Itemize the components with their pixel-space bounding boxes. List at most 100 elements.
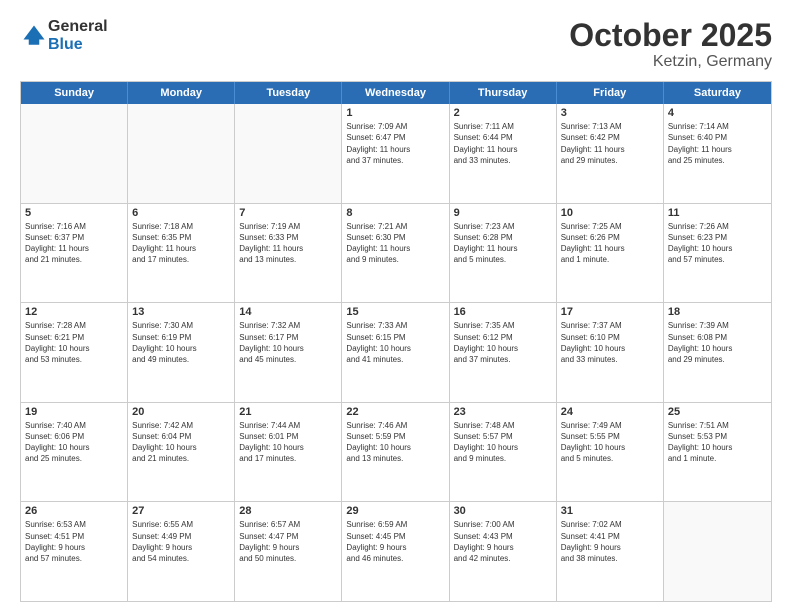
- day-number: 18: [668, 306, 767, 318]
- day-info: Sunrise: 7:48 AM Sunset: 5:57 PM Dayligh…: [454, 420, 552, 465]
- day-number: 13: [132, 306, 230, 318]
- calendar-cell: 30Sunrise: 7:00 AM Sunset: 4:43 PM Dayli…: [450, 502, 557, 601]
- day-number: 15: [346, 306, 444, 318]
- calendar-cell: 6 Sunrise: 7:18 AM Sunset: 6:35 PM Daylig…: [128, 204, 235, 303]
- title-block: October 2025 Ketzin, Germany: [569, 18, 772, 71]
- calendar-cell: 29 Sunrise: 6:59 AM Sunset: 4:45 PM Dayli…: [342, 502, 449, 601]
- day-number: 17: [561, 306, 659, 318]
- calendar-cell: 11Sunrise: 7:26 AM Sunset: 6:23 PM Dayli…: [664, 204, 771, 303]
- day-number: 19: [25, 406, 123, 418]
- day-info: Sunrise: 7:39 AM Sunset: 6:08 PM Dayligh…: [668, 320, 767, 365]
- day-info: Sunrise: 7:49 AM Sunset: 5:55 PM Dayligh…: [561, 420, 659, 465]
- day-number: 1: [346, 107, 444, 119]
- day-info: Sunrise: 7:44 AM Sunset: 6:01 PM Dayligh…: [239, 420, 337, 465]
- day-info: Sunrise: 7:16 AM Sunset: 6:37 PM Dayligh…: [25, 221, 123, 266]
- day-info: Sunrise: 7:30 AM Sunset: 6:19 PM Dayligh…: [132, 320, 230, 365]
- month-title: October 2025: [569, 18, 772, 53]
- calendar-cell: 10 Sunrise: 7:25 AM Sunset: 6:26 PM Dayli…: [557, 204, 664, 303]
- day-info: Sunrise: 7:28 AM Sunset: 6:21 PM Dayligh…: [25, 320, 123, 365]
- day-info: Sunrise: 6:53 AM Sunset: 4:51 PM Dayligh…: [25, 519, 123, 564]
- calendar-cell: 27 Sunrise: 6:55 AM Sunset: 4:49 PM Dayli…: [128, 502, 235, 601]
- day-info: Sunrise: 7:40 AM Sunset: 6:06 PM Dayligh…: [25, 420, 123, 465]
- calendar-header: SundayMondayTuesdayWednesdayThursdayFrid…: [21, 82, 771, 104]
- day-number: 8: [346, 207, 444, 219]
- calendar-cell: 4Sunrise: 7:14 AM Sunset: 6:40 PM Daylig…: [664, 104, 771, 203]
- day-info: Sunrise: 7:51 AM Sunset: 5:53 PM Dayligh…: [668, 420, 767, 465]
- calendar-cell: 3 Sunrise: 7:13 AM Sunset: 6:42 PM Daylig…: [557, 104, 664, 203]
- calendar-week-5: 26 Sunrise: 6:53 AM Sunset: 4:51 PM Dayli…: [21, 502, 771, 601]
- calendar-week-2: 5 Sunrise: 7:16 AM Sunset: 6:37 PM Daylig…: [21, 204, 771, 304]
- header-day-tuesday: Tuesday: [235, 82, 342, 104]
- calendar-cell: 28 Sunrise: 6:57 AM Sunset: 4:47 PM Dayli…: [235, 502, 342, 601]
- header-day-sunday: Sunday: [21, 82, 128, 104]
- header: General Blue October 2025 Ketzin, German…: [20, 18, 772, 71]
- day-info: Sunrise: 7:18 AM Sunset: 6:35 PM Dayligh…: [132, 221, 230, 266]
- page: General Blue October 2025 Ketzin, German…: [0, 0, 792, 612]
- calendar-cell: 21Sunrise: 7:44 AM Sunset: 6:01 PM Dayli…: [235, 403, 342, 502]
- day-info: Sunrise: 7:21 AM Sunset: 6:30 PM Dayligh…: [346, 221, 444, 266]
- calendar-cell: 25 Sunrise: 7:51 AM Sunset: 5:53 PM Dayli…: [664, 403, 771, 502]
- calendar-cell: 23 Sunrise: 7:48 AM Sunset: 5:57 PM Dayli…: [450, 403, 557, 502]
- day-number: 11: [668, 207, 767, 219]
- day-info: Sunrise: 7:11 AM Sunset: 6:44 PM Dayligh…: [454, 121, 552, 166]
- day-number: 23: [454, 406, 552, 418]
- day-number: 29: [346, 505, 444, 517]
- calendar-cell: [235, 104, 342, 203]
- day-info: Sunrise: 6:57 AM Sunset: 4:47 PM Dayligh…: [239, 519, 337, 564]
- calendar-cell: 13 Sunrise: 7:30 AM Sunset: 6:19 PM Dayli…: [128, 303, 235, 402]
- day-info: Sunrise: 7:02 AM Sunset: 4:41 PM Dayligh…: [561, 519, 659, 564]
- calendar-body: 1 Sunrise: 7:09 AM Sunset: 6:47 PM Daylig…: [21, 104, 771, 601]
- day-info: Sunrise: 7:46 AM Sunset: 5:59 PM Dayligh…: [346, 420, 444, 465]
- day-number: 26: [25, 505, 123, 517]
- calendar-cell: 7 Sunrise: 7:19 AM Sunset: 6:33 PM Daylig…: [235, 204, 342, 303]
- calendar-cell: 19 Sunrise: 7:40 AM Sunset: 6:06 PM Dayli…: [21, 403, 128, 502]
- day-number: 7: [239, 207, 337, 219]
- day-number: 5: [25, 207, 123, 219]
- day-info: Sunrise: 7:35 AM Sunset: 6:12 PM Dayligh…: [454, 320, 552, 365]
- day-number: 28: [239, 505, 337, 517]
- calendar-cell: 15 Sunrise: 7:33 AM Sunset: 6:15 PM Dayli…: [342, 303, 449, 402]
- day-number: 9: [454, 207, 552, 219]
- calendar-cell: 20Sunrise: 7:42 AM Sunset: 6:04 PM Dayli…: [128, 403, 235, 502]
- day-number: 27: [132, 505, 230, 517]
- logo-icon: [20, 22, 48, 50]
- logo: General Blue: [20, 18, 108, 54]
- calendar-week-1: 1 Sunrise: 7:09 AM Sunset: 6:47 PM Daylig…: [21, 104, 771, 204]
- day-number: 6: [132, 207, 230, 219]
- calendar-cell: 18 Sunrise: 7:39 AM Sunset: 6:08 PM Dayli…: [664, 303, 771, 402]
- calendar-week-3: 12Sunrise: 7:28 AM Sunset: 6:21 PM Dayli…: [21, 303, 771, 403]
- header-day-wednesday: Wednesday: [342, 82, 449, 104]
- day-info: Sunrise: 6:59 AM Sunset: 4:45 PM Dayligh…: [346, 519, 444, 564]
- day-number: 2: [454, 107, 552, 119]
- day-info: Sunrise: 7:09 AM Sunset: 6:47 PM Dayligh…: [346, 121, 444, 166]
- calendar-cell: 2 Sunrise: 7:11 AM Sunset: 6:44 PM Daylig…: [450, 104, 557, 203]
- day-number: 10: [561, 207, 659, 219]
- day-info: Sunrise: 6:55 AM Sunset: 4:49 PM Dayligh…: [132, 519, 230, 564]
- logo-general-text: General: [48, 18, 108, 35]
- day-info: Sunrise: 7:37 AM Sunset: 6:10 PM Dayligh…: [561, 320, 659, 365]
- day-info: Sunrise: 7:13 AM Sunset: 6:42 PM Dayligh…: [561, 121, 659, 166]
- calendar-cell: [664, 502, 771, 601]
- header-day-monday: Monday: [128, 82, 235, 104]
- calendar: SundayMondayTuesdayWednesdayThursdayFrid…: [20, 81, 772, 602]
- calendar-week-4: 19 Sunrise: 7:40 AM Sunset: 6:06 PM Dayli…: [21, 403, 771, 503]
- day-info: Sunrise: 7:42 AM Sunset: 6:04 PM Dayligh…: [132, 420, 230, 465]
- day-info: Sunrise: 7:14 AM Sunset: 6:40 PM Dayligh…: [668, 121, 767, 166]
- location-title: Ketzin, Germany: [569, 53, 772, 71]
- calendar-cell: 26 Sunrise: 6:53 AM Sunset: 4:51 PM Dayli…: [21, 502, 128, 601]
- header-day-saturday: Saturday: [664, 82, 771, 104]
- day-number: 14: [239, 306, 337, 318]
- calendar-cell: 5 Sunrise: 7:16 AM Sunset: 6:37 PM Daylig…: [21, 204, 128, 303]
- calendar-cell: 12Sunrise: 7:28 AM Sunset: 6:21 PM Dayli…: [21, 303, 128, 402]
- calendar-cell: 17 Sunrise: 7:37 AM Sunset: 6:10 PM Dayli…: [557, 303, 664, 402]
- day-number: 3: [561, 107, 659, 119]
- header-day-friday: Friday: [557, 82, 664, 104]
- day-info: Sunrise: 7:25 AM Sunset: 6:26 PM Dayligh…: [561, 221, 659, 266]
- day-number: 25: [668, 406, 767, 418]
- day-info: Sunrise: 7:33 AM Sunset: 6:15 PM Dayligh…: [346, 320, 444, 365]
- calendar-cell: 16Sunrise: 7:35 AM Sunset: 6:12 PM Dayli…: [450, 303, 557, 402]
- day-info: Sunrise: 7:19 AM Sunset: 6:33 PM Dayligh…: [239, 221, 337, 266]
- day-number: 31: [561, 505, 659, 517]
- calendar-cell: 9Sunrise: 7:23 AM Sunset: 6:28 PM Daylig…: [450, 204, 557, 303]
- day-number: 30: [454, 505, 552, 517]
